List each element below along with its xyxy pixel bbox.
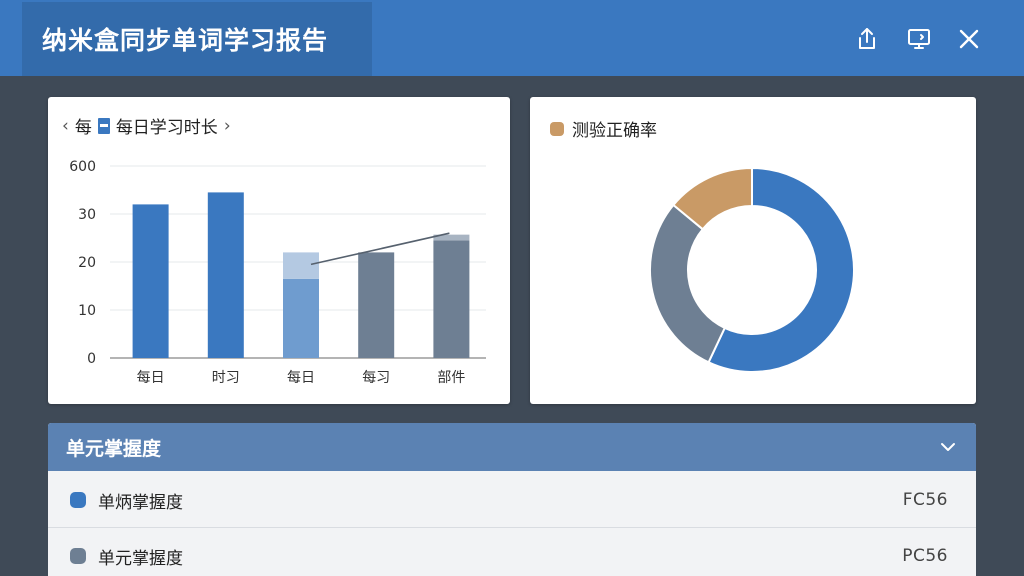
y-tick-label: 30 — [78, 207, 96, 223]
bar — [283, 278, 319, 358]
quiz-accuracy-card: 测验正确率 — [530, 97, 976, 404]
donut-chart — [649, 166, 855, 373]
donut-slice — [649, 203, 727, 364]
row-label: 单炳掌握度 — [98, 492, 183, 513]
daily-study-time-card: ‹ 每 每日学习时长 › 0 10 20 30 600 每日 时习 每日 每习 部件 — [48, 97, 510, 404]
x-tick-label: 部件 — [437, 370, 465, 386]
y-tick-label: 10 — [78, 303, 96, 319]
share-icon[interactable] — [854, 26, 880, 52]
row-label: 单元掌握度 — [98, 548, 183, 569]
y-tick-label: 20 — [78, 255, 96, 271]
screen-icon[interactable] — [906, 26, 932, 52]
chevron-down-icon[interactable] — [938, 437, 958, 457]
close-icon[interactable] — [956, 26, 982, 52]
unit-row[interactable]: 单元掌握度 PC56 — [48, 528, 976, 576]
x-tick-label: 每日 — [287, 370, 315, 386]
bar-stack — [283, 252, 319, 279]
bar-chart: 0 10 20 30 600 每日 时习 每日 每习 部件 — [69, 159, 486, 386]
y-tick-label: 600 — [69, 159, 96, 175]
x-tick-label: 时习 — [212, 370, 240, 386]
page-title: 纳米盒同步单词学习报告 — [42, 26, 329, 55]
unit-mastery-panel: 单元掌握度 单炳掌握度 FC56 单元掌握度 PC56 — [48, 423, 976, 576]
row-value: FC56 — [902, 490, 948, 510]
unit-panel-header[interactable]: 单元掌握度 — [48, 423, 976, 471]
bar — [207, 192, 244, 358]
bar — [433, 240, 470, 358]
title-box: 纳米盒同步单词学习报告 — [22, 2, 372, 76]
row-dot — [70, 492, 86, 508]
bar — [358, 252, 395, 358]
unit-row[interactable]: 单炳掌握度 FC56 — [48, 472, 976, 528]
x-tick-label: 每习 — [362, 370, 390, 386]
x-tick-label: 每日 — [137, 370, 165, 386]
unit-panel-title: 单元掌握度 — [66, 437, 162, 460]
y-tick-label: 0 — [87, 351, 96, 367]
row-value: PC56 — [902, 546, 948, 566]
bar — [132, 204, 169, 358]
app-header: 纳米盒同步单词学习报告 — [0, 0, 1024, 76]
row-dot — [70, 548, 86, 564]
